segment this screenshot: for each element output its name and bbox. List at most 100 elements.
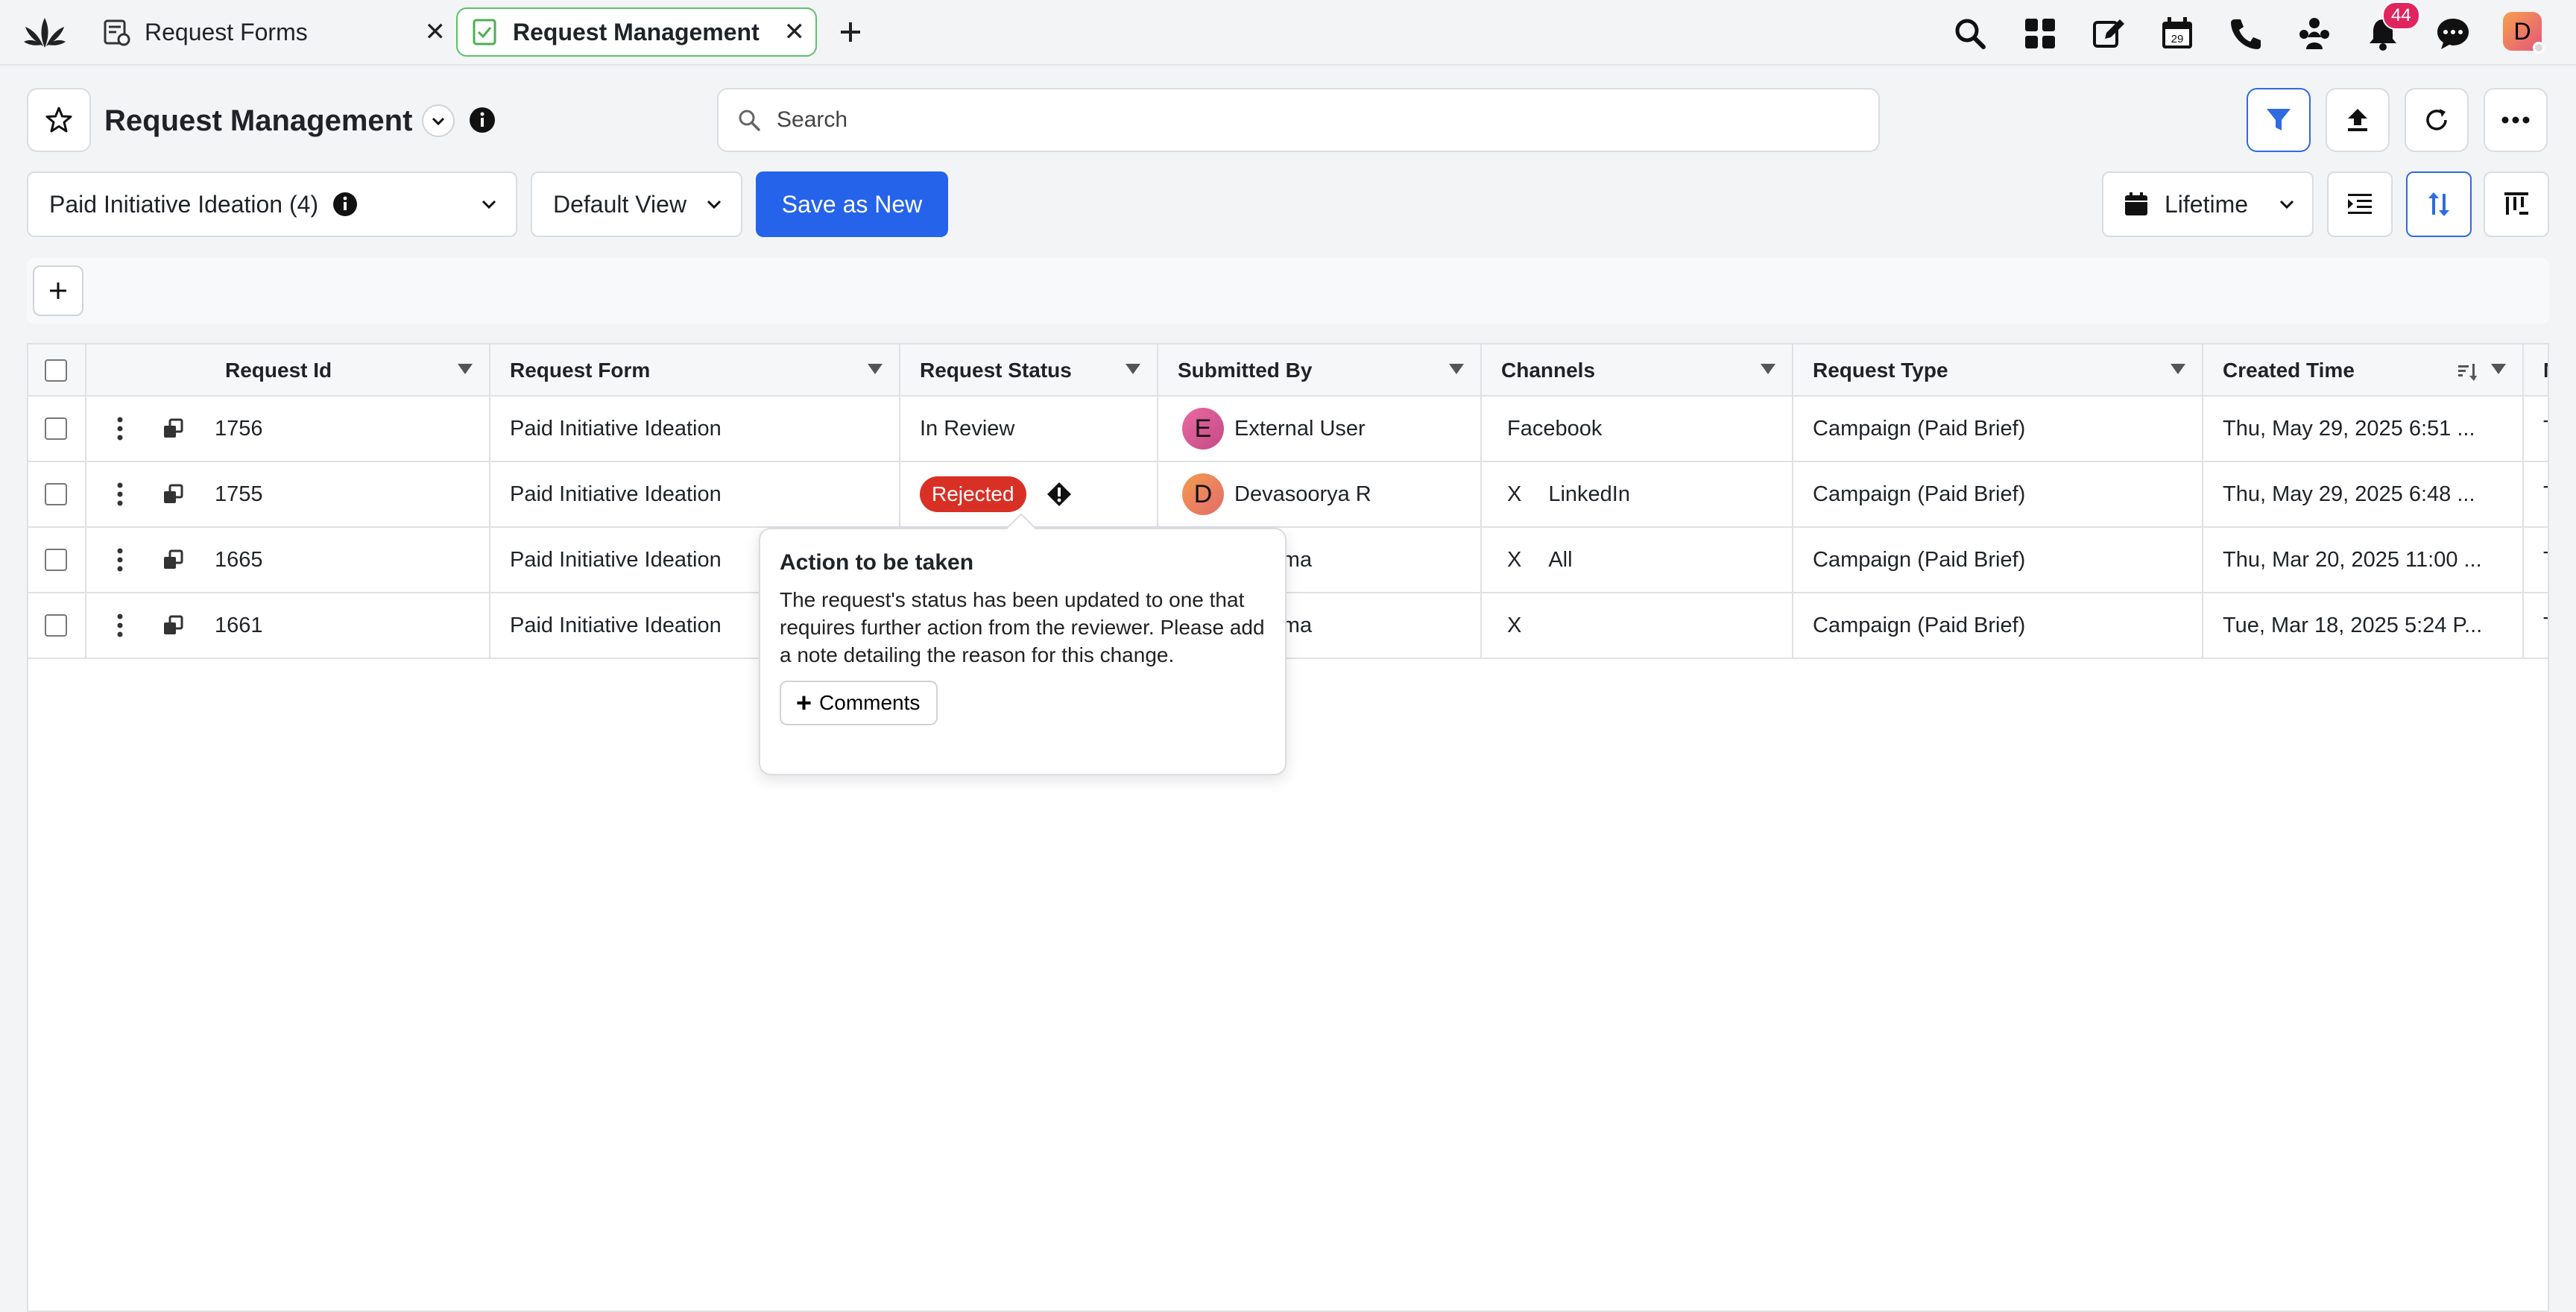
channel-name: LinkedIn [1548,482,1630,506]
phone-icon[interactable] [2227,15,2264,52]
request-form-cell: Paid Initiative Ideation [490,462,900,526]
column-menu-caret-icon[interactable] [2171,364,2185,374]
column-header-created-time[interactable]: Created Time [2203,344,2524,397]
status-badge-rejected[interactable]: Rejected [920,476,1026,512]
column-header-submitted-by[interactable]: Submitted By [1158,344,1482,397]
request-type-cell: Campaign (Paid Brief) [1793,528,2203,592]
search-input[interactable] [777,107,1820,133]
add-tab-icon[interactable] [832,13,869,51]
channels-cell: X All [1482,528,1793,592]
row-actions-kebab-icon[interactable] [116,612,124,639]
view-selector[interactable]: Paid Initiative Ideation (4) [27,171,517,237]
search-icon [739,110,760,131]
presence-dot [2533,42,2545,54]
request-id[interactable]: 1661 [215,614,263,638]
column-header-request-id[interactable]: Request Id [86,344,490,397]
column-header-channels[interactable]: Channels [1482,344,1793,397]
favorite-button[interactable] [27,88,91,152]
chat-icon[interactable] [2434,15,2472,52]
save-as-new-button[interactable]: Save as New [756,171,948,237]
search-icon[interactable] [1951,15,1989,52]
tab-request-forms[interactable]: Request Forms ✕ [101,7,452,57]
add-comments-button[interactable]: + Comments [780,681,938,725]
created-time-cell: Thu, Mar 20, 2025 11:00 ... [2203,528,2524,592]
submitted-by-cell: E External User [1158,397,1482,461]
open-detail-icon[interactable] [161,548,185,572]
request-id[interactable]: 1756 [215,417,263,441]
column-menu-caret-icon[interactable] [868,364,883,374]
title-dropdown-button[interactable] [422,104,455,137]
default-view-dropdown[interactable]: Default View [531,171,742,237]
row-select-cell [28,397,86,461]
app-logo-icon[interactable] [22,12,67,54]
request-type-cell: Campaign (Paid Brief) [1793,397,2203,461]
columns-icon [2504,192,2528,215]
channel-prefix-icon: X [1507,482,1522,506]
user-avatar[interactable]: D [2503,12,2545,54]
select-all-cell [28,344,86,397]
add-filter-button[interactable] [33,265,83,316]
column-menu-caret-icon[interactable] [1126,364,1140,374]
request-management-icon [473,19,496,45]
open-detail-icon[interactable] [161,417,185,441]
created-time-cell: Thu, May 29, 2025 6:51 ... [2203,397,2524,461]
column-header-request-form[interactable]: Request Form [490,344,900,397]
community-icon[interactable] [2296,15,2333,52]
tab-request-management[interactable]: Request Management ✕ [456,7,817,57]
request-status-cell: Rejected [900,462,1158,526]
more-options-button[interactable] [2484,88,2548,152]
row-checkbox[interactable] [45,549,67,571]
info-icon[interactable] [468,106,496,134]
filter-button[interactable] [2247,88,2311,152]
apps-grid-icon[interactable] [2021,15,2059,52]
column-header-request-status[interactable]: Request Status [900,344,1158,397]
table-row[interactable]: 1756 Paid Initiative Ideation In Review … [28,397,2548,462]
refresh-button[interactable] [2405,88,2469,152]
table-row[interactable]: 1661 Paid Initiative Ideation erma X Cam… [28,593,2548,659]
submitter-name: External User [1234,416,1366,441]
modified-time-cell: Thu [2524,397,2548,461]
request-id-cell: 1661 [86,593,490,657]
column-header-request-type[interactable]: Request Type [1793,344,2203,397]
column-header-modified[interactable]: Mod [2524,344,2548,397]
created-time-cell: Tue, Mar 18, 2025 5:24 P... [2203,593,2524,657]
action-required-warning-icon[interactable] [1046,481,1073,508]
date-range-dropdown[interactable]: Lifetime [2102,171,2314,237]
request-id[interactable]: 1755 [215,482,263,507]
filter-strip [27,258,2549,324]
column-menu-caret-icon[interactable] [1449,364,1464,374]
column-menu-caret-icon[interactable] [2491,364,2506,374]
close-tab-icon[interactable]: ✕ [784,17,806,47]
open-detail-icon[interactable] [161,482,185,506]
date-range-label: Lifetime [2165,190,2249,218]
row-density-button[interactable] [2327,171,2393,237]
refresh-icon [2426,109,2447,130]
search-bar[interactable] [717,88,1880,152]
chevron-down-icon [432,117,445,126]
compose-icon[interactable] [2090,15,2127,52]
row-checkbox[interactable] [45,483,67,505]
row-actions-kebab-icon[interactable] [116,415,124,442]
tab-label: Request Management [513,18,760,45]
star-icon [45,107,72,133]
column-settings-button[interactable] [2484,171,2549,237]
sort-button[interactable] [2406,171,2472,237]
request-id-cell: 1756 [86,397,490,461]
sort-descending-icon[interactable] [2457,361,2478,382]
select-all-checkbox[interactable] [45,359,67,382]
row-checkbox[interactable] [45,614,67,637]
row-checkbox[interactable] [45,417,67,440]
column-menu-caret-icon[interactable] [458,364,473,374]
upload-button[interactable] [2326,88,2390,152]
row-actions-kebab-icon[interactable] [116,546,124,573]
table-row[interactable]: 1665 Paid Initiative Ideation erma X All… [28,528,2548,593]
modified-time-cell: Thu [2524,593,2548,657]
row-actions-kebab-icon[interactable] [116,481,124,508]
info-icon[interactable] [332,191,359,218]
calendar-icon[interactable]: 29 [2159,15,2196,52]
close-tab-icon[interactable]: ✕ [425,17,446,47]
open-detail-icon[interactable] [161,614,185,637]
column-menu-caret-icon[interactable] [1761,364,1775,374]
table-row[interactable]: 1755 Paid Initiative Ideation Rejected D… [28,462,2548,528]
request-id[interactable]: 1665 [215,548,263,573]
